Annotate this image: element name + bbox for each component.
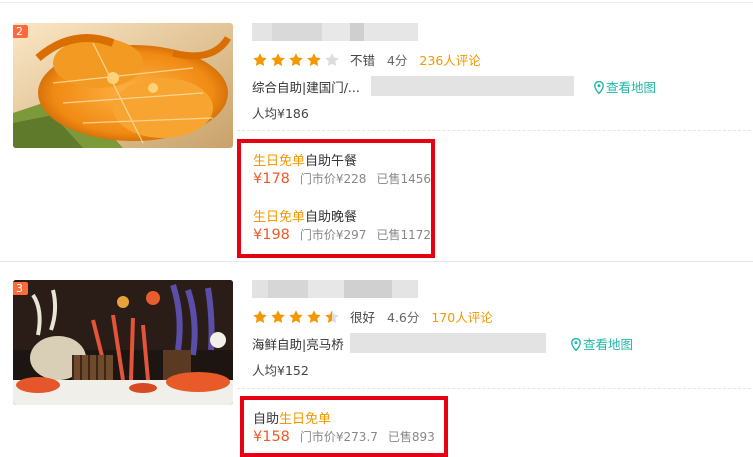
deal-divider — [237, 130, 751, 131]
star-icon — [253, 309, 267, 323]
star-icon — [271, 52, 285, 66]
deal-divider — [237, 388, 751, 389]
listing-photo[interactable]: 3 — [13, 280, 233, 405]
map-pin-icon — [594, 81, 604, 94]
seafood-display-image — [13, 280, 233, 405]
listing-photo[interactable]: 2 — [13, 23, 233, 148]
rating-label: 很好 — [349, 310, 375, 325]
review-count-link[interactable]: 236人评论 — [419, 53, 480, 68]
deal-price-line: ¥178 门市价¥228 已售1456 — [253, 170, 431, 187]
market-price: 门市价¥228 — [299, 172, 367, 186]
deal-title[interactable]: 生日免单自助晚餐 — [253, 206, 357, 225]
star-icon — [307, 52, 321, 66]
sold-count: 已售1172 — [376, 228, 431, 242]
listing-card: 2 不错 4分 236人评论 综合自助|建国门/... 查看地图 人均¥186 … — [0, 18, 753, 258]
rating-score: 4.6分 — [386, 310, 420, 325]
star-icon — [325, 309, 339, 323]
rating-score: 4分 — [386, 53, 408, 68]
view-map-link[interactable]: 查看地图 — [594, 77, 656, 96]
rank-badge: 3 — [13, 282, 28, 295]
view-map-link[interactable]: 查看地图 — [571, 334, 633, 353]
deal-title[interactable]: 自助生日免单 — [253, 408, 331, 427]
address-redacted — [350, 333, 546, 353]
rank-badge: 2 — [13, 25, 28, 38]
market-price: 门市价¥297 — [299, 228, 367, 242]
star-icon — [253, 52, 267, 66]
deal-price: ¥198 — [253, 227, 290, 243]
star-rating — [252, 308, 342, 325]
average-price: 人均¥152 — [252, 363, 309, 378]
deal-price: ¥178 — [253, 171, 290, 187]
deal-title[interactable]: 生日免单自助午餐 — [253, 150, 357, 169]
crab-photo-image — [13, 23, 233, 148]
category-location[interactable]: 综合自助|建国门/... — [252, 77, 360, 95]
star-icon — [289, 52, 303, 66]
sold-count: 已售1456 — [376, 172, 431, 186]
market-price: 门市价¥273.7 — [299, 430, 378, 444]
sold-count: 已售893 — [387, 430, 435, 444]
address-redacted — [371, 76, 574, 96]
star-icon — [307, 309, 321, 323]
listing-divider — [0, 261, 753, 262]
star-icon — [271, 309, 285, 323]
deal-price-line: ¥158 门市价¥273.7 已售893 — [253, 428, 435, 445]
rating-row: 很好 4.6分 170人评论 — [252, 307, 493, 327]
top-divider — [0, 2, 753, 3]
star-icon — [325, 52, 339, 66]
rating-row: 不错 4分 236人评论 — [252, 50, 481, 70]
listing-card: 3 很好 4.6分 170人评论 海鲜自助|亮马桥 查看地图 人均¥152 自助… — [0, 275, 753, 457]
category-location[interactable]: 海鲜自助|亮马桥 — [252, 334, 344, 352]
rating-label: 不错 — [349, 53, 375, 68]
star-rating — [252, 51, 342, 68]
average-price: 人均¥186 — [252, 106, 309, 121]
review-count-link[interactable]: 170人评论 — [431, 310, 492, 325]
deal-price-line: ¥198 门市价¥297 已售1172 — [253, 226, 431, 243]
map-pin-icon — [571, 338, 581, 351]
star-icon — [289, 309, 303, 323]
deal-price: ¥158 — [253, 429, 290, 445]
